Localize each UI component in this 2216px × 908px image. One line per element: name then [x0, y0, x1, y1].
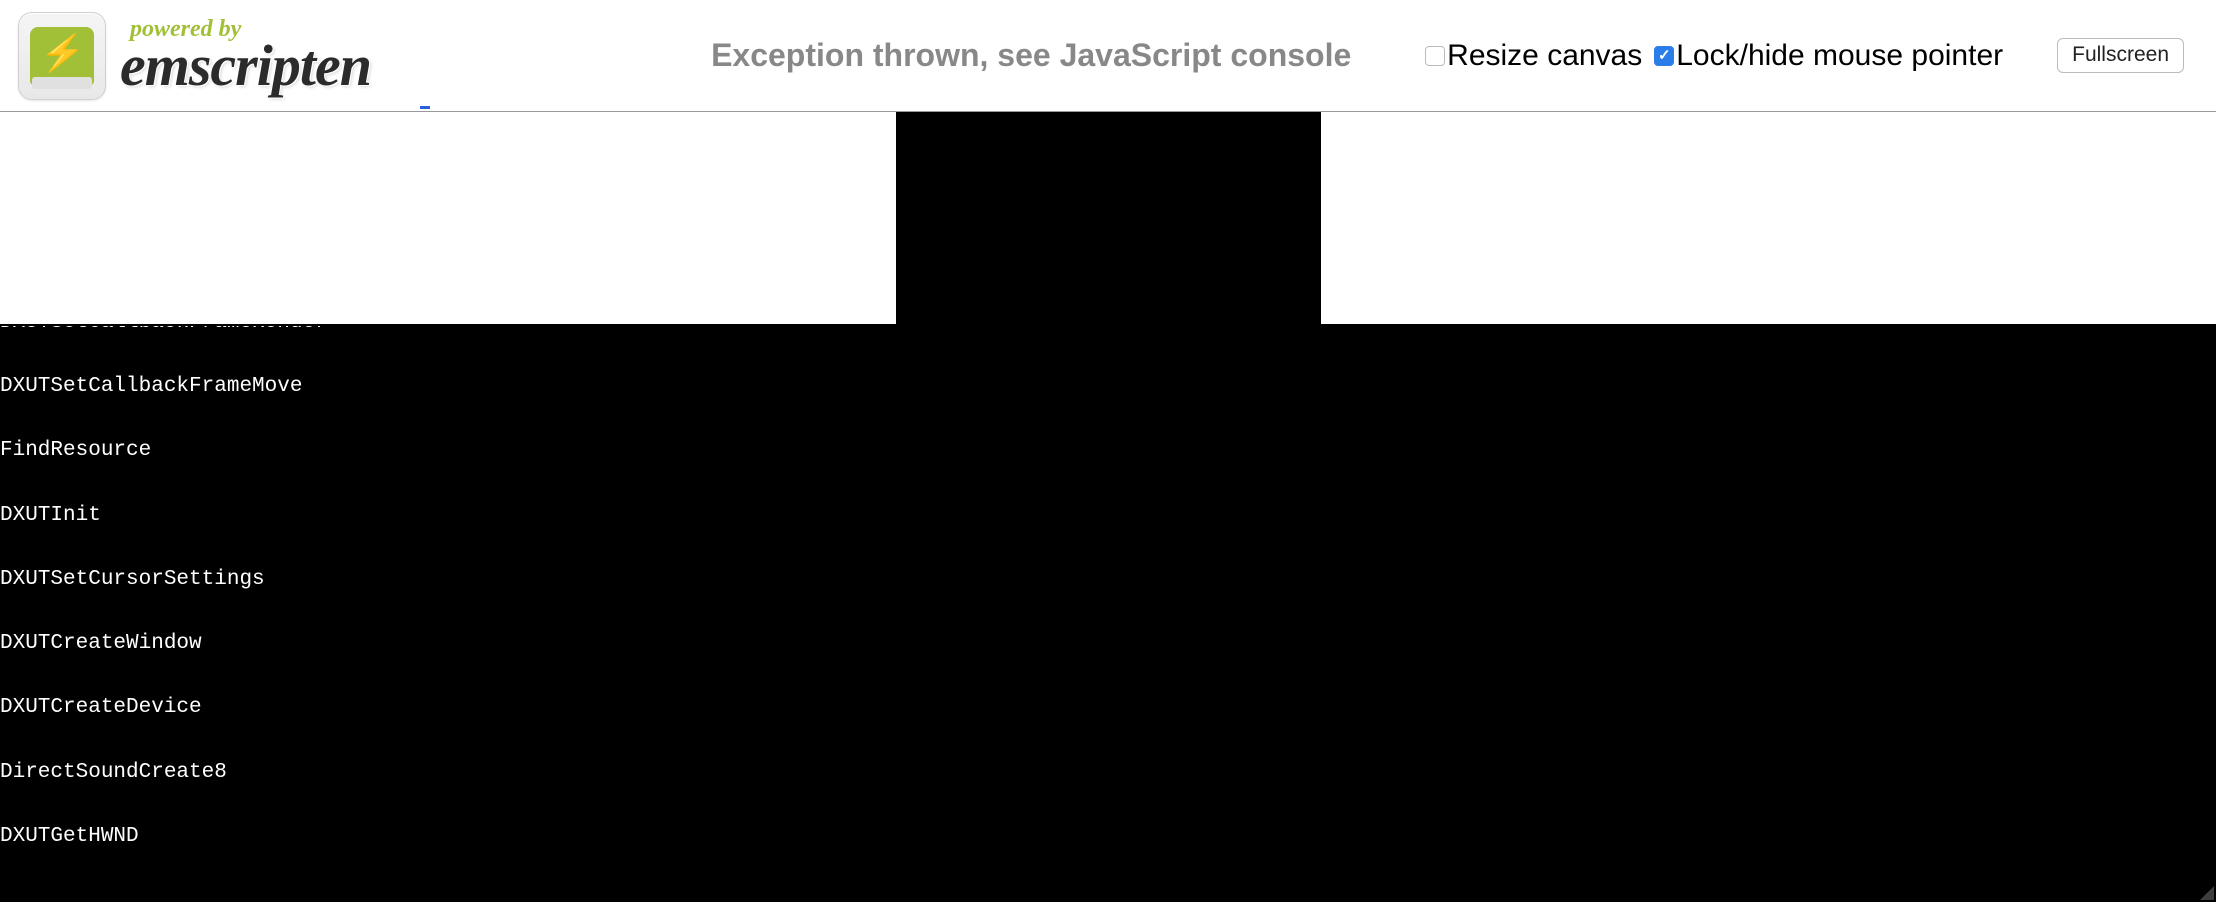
header: ⚡ powered by emscripten Exception thrown…: [0, 0, 2216, 112]
header-controls: Resize canvas Lock/hide mouse pointer Fu…: [1425, 38, 2198, 73]
logo-block: ⚡ powered by emscripten: [18, 12, 371, 100]
logo-name: emscripten: [120, 37, 371, 95]
console-line: DXUTCreateWindow: [0, 633, 378, 654]
resize-canvas-checkbox[interactable]: [1425, 46, 1445, 66]
console-line: DXUTInit: [0, 505, 378, 526]
lock-pointer-checkbox[interactable]: [1654, 46, 1674, 66]
console-line: DXUTSetCursorSettings: [0, 569, 378, 590]
console-line: FindResource: [0, 440, 378, 461]
console-line: DXUTSetCallbackFrameRender: [0, 326, 378, 333]
emscripten-canvas[interactable]: [896, 112, 1321, 324]
fullscreen-button[interactable]: Fullscreen: [2057, 38, 2184, 73]
bolt-icon: ⚡: [38, 35, 86, 71]
tiny-link-indicator: [420, 106, 430, 109]
console-output[interactable]: DXUTSetCallbackDeviceLost DXUTSetCallbac…: [0, 326, 2216, 902]
console-line: DirectSoundCreate8: [0, 762, 378, 783]
console-line: DXUTSetCallbackFrameMove: [0, 376, 378, 397]
lock-pointer-label: Lock/hide mouse pointer: [1676, 39, 2003, 73]
console-lines: DXUTSetCallbackDeviceLost DXUTSetCallbac…: [0, 326, 378, 890]
resize-canvas-control[interactable]: Resize canvas: [1425, 39, 1642, 73]
console-line: DXUTCreateDevice: [0, 697, 378, 718]
resize-canvas-label: Resize canvas: [1447, 39, 1642, 73]
status-text: Exception thrown, see JavaScript console: [711, 37, 1351, 74]
lock-pointer-control[interactable]: Lock/hide mouse pointer: [1654, 39, 2003, 73]
resize-grip-icon[interactable]: [2198, 884, 2214, 900]
emscripten-logo-icon: ⚡: [18, 12, 106, 100]
canvas-area: [0, 112, 2216, 326]
console-line: DXUTGetHWND: [0, 826, 378, 847]
logo-text: powered by emscripten: [120, 17, 371, 95]
bottom-spacer: [0, 902, 2216, 908]
